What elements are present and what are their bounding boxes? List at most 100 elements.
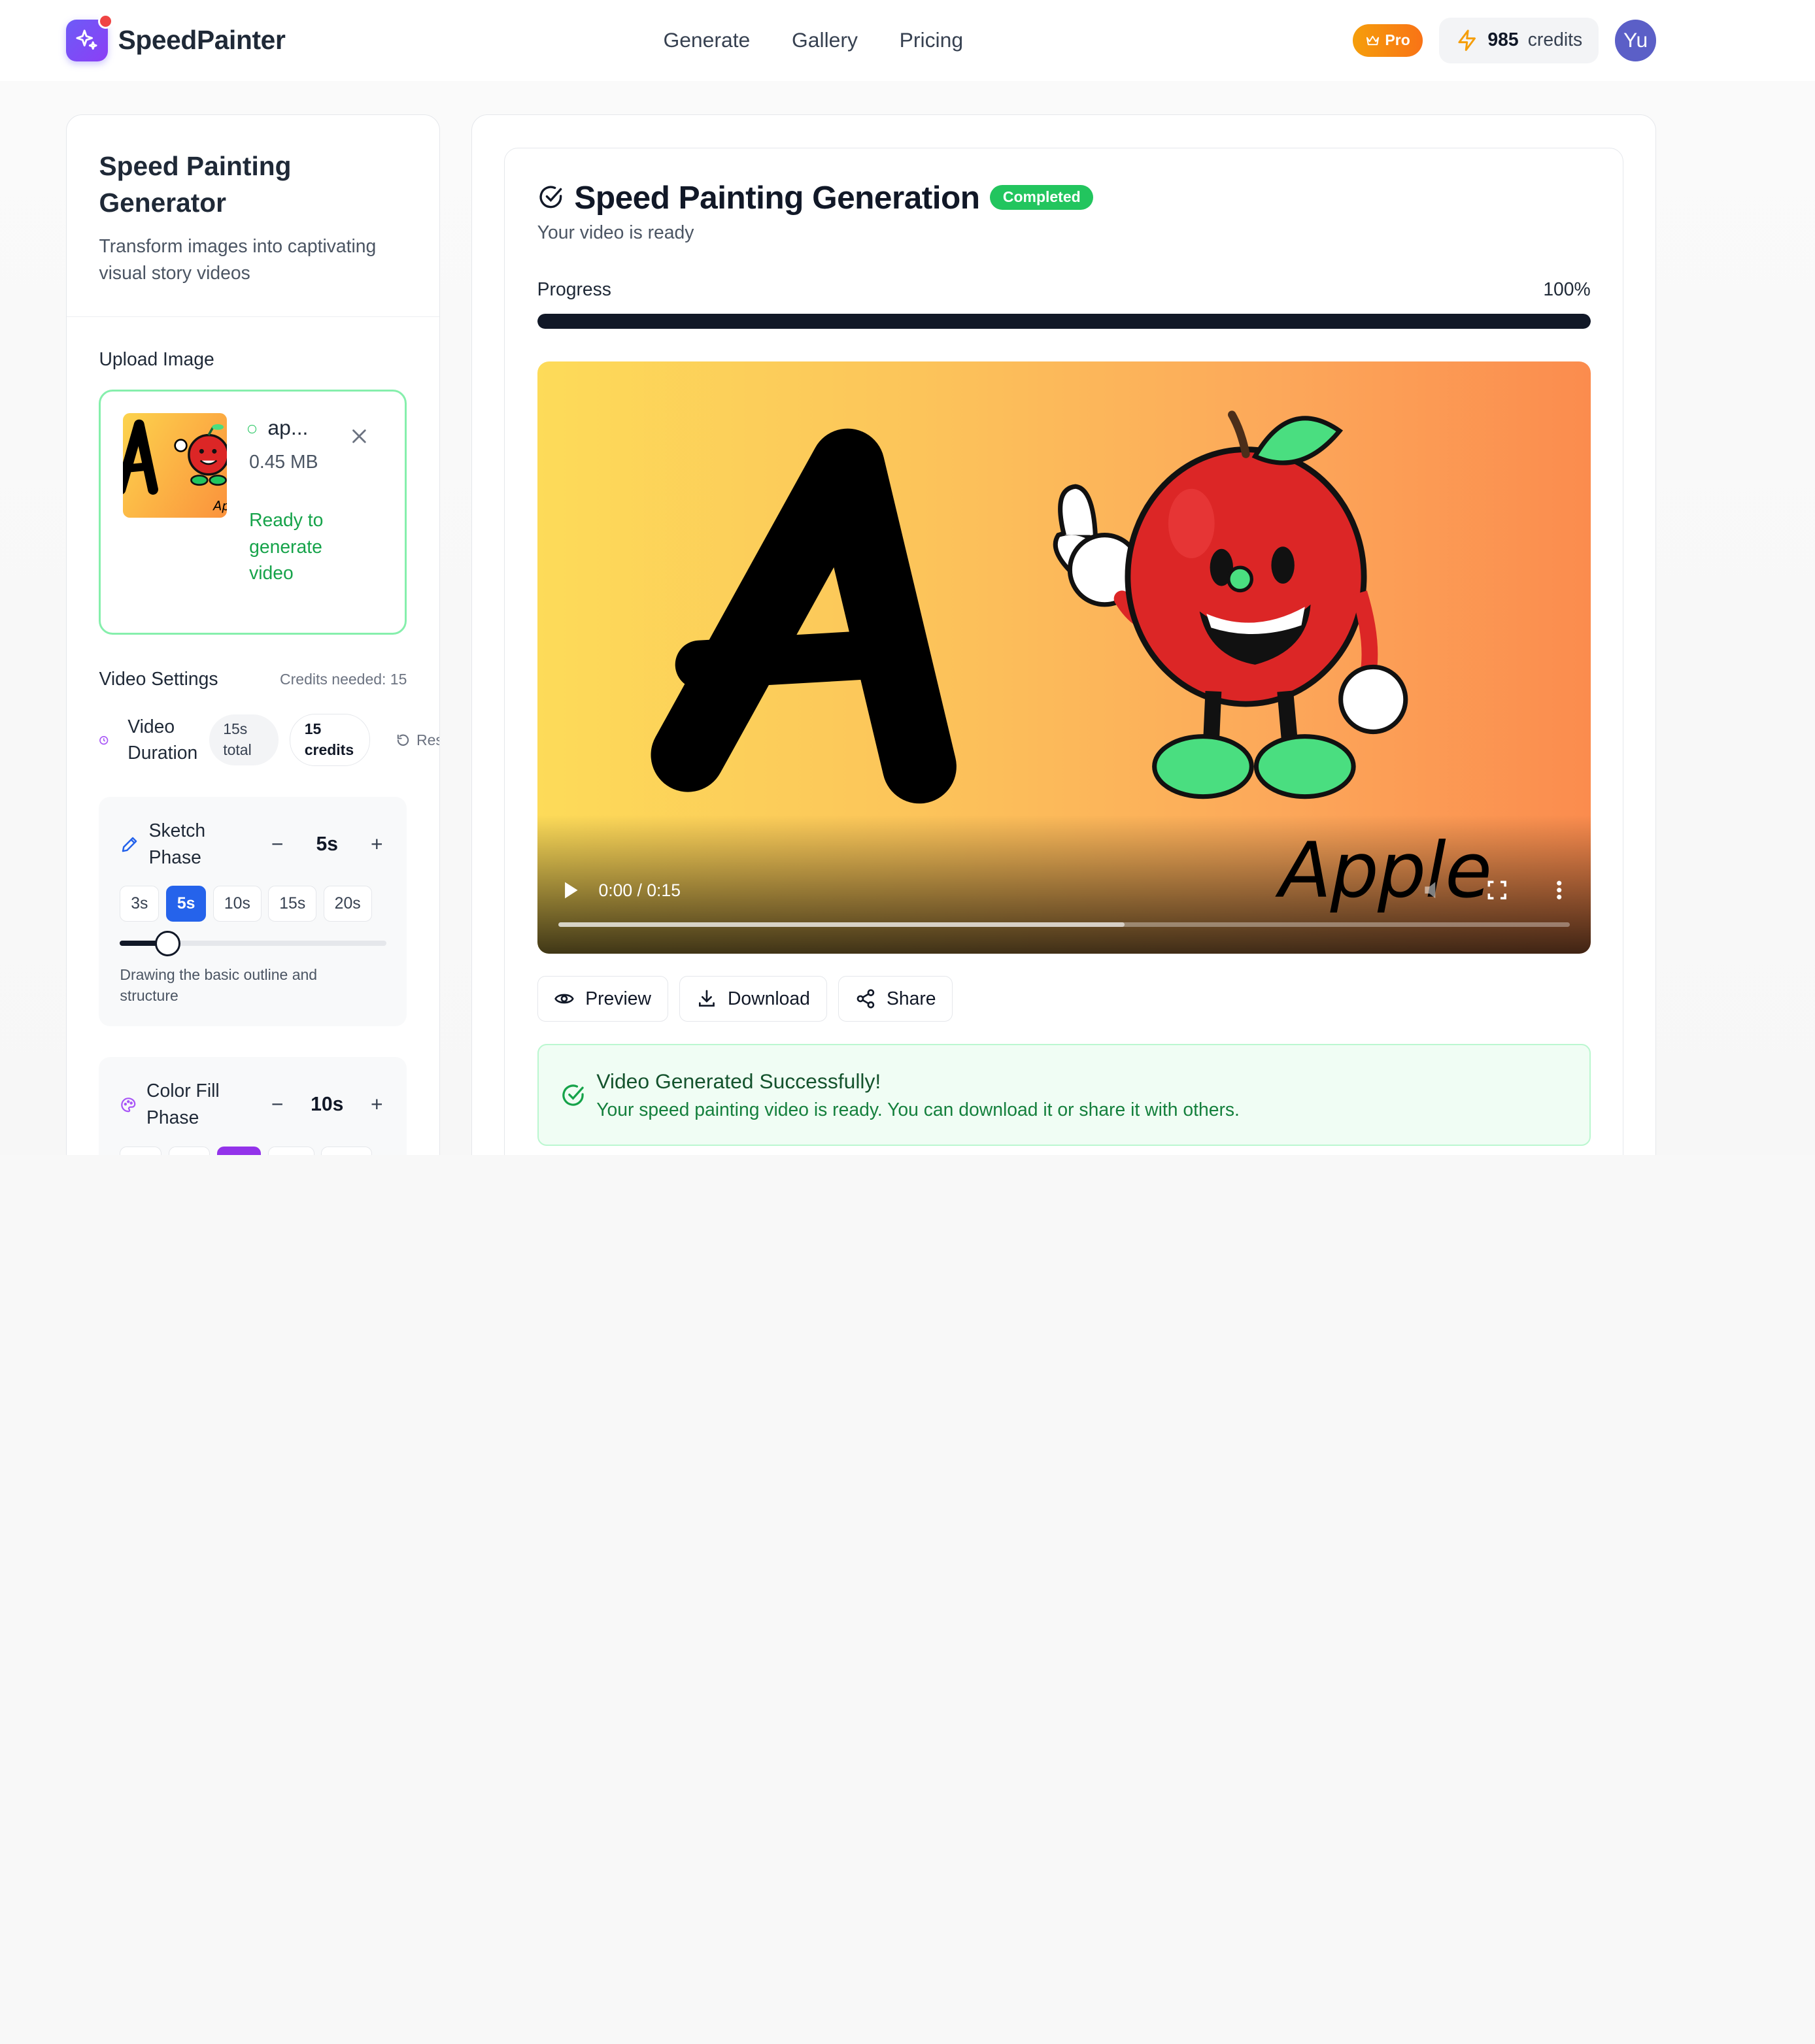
color-fill-decrement-button[interactable]: − [268, 1092, 286, 1116]
sketch-decrement-button[interactable]: − [268, 832, 286, 856]
play-icon[interactable] [560, 880, 581, 901]
color-preset-selected[interactable] [217, 1146, 262, 1155]
generation-subtitle: Your video is ready [537, 222, 694, 244]
share-label: Share [886, 988, 936, 1009]
share-button[interactable]: Share [838, 975, 953, 1022]
seek-buffered [558, 922, 1125, 928]
file-status-dot [248, 425, 256, 433]
preset-20s[interactable]: 20s [323, 886, 372, 922]
video-time: 0:00 / 0:15 [598, 880, 681, 901]
progress-value: 100% [1543, 278, 1591, 300]
progress-fill [537, 313, 1591, 329]
generator-settings-panel: Speed Painting Generator Transform image… [65, 114, 440, 1155]
nav-gallery[interactable]: Gallery [792, 28, 858, 52]
crown-icon [1366, 36, 1380, 46]
main-nav: Generate Gallery Pricing [663, 0, 963, 81]
reset-icon [397, 734, 409, 746]
credits-needed: Credits needed: 15 [280, 670, 407, 688]
sketch-phase-description: Drawing the basic outline and structure [120, 965, 318, 1004]
color-preset[interactable] [321, 1146, 373, 1155]
preset-10s[interactable]: 10s [212, 886, 262, 922]
generator-title: Speed Painting Generator [99, 150, 292, 218]
preset-3s[interactable]: 3s [120, 886, 160, 922]
preset-5s[interactable]: 5s [165, 886, 207, 922]
color-fill-presets [120, 1146, 373, 1155]
success-message: Your speed painting video is ready. You … [596, 1099, 1240, 1121]
more-icon[interactable] [1548, 879, 1570, 901]
svg-text:Ap: Ap [212, 499, 227, 514]
color-preset[interactable] [168, 1146, 211, 1155]
color-fill-duration-value: 10s [311, 1093, 344, 1115]
sketch-duration-value: 5s [316, 833, 338, 855]
sketch-phase-name: Sketch Phase [148, 820, 206, 868]
credits-count: 985 [1487, 29, 1519, 51]
color-fill-phase-card: Color Fill Phase − 10s + [99, 1057, 407, 1155]
download-icon [699, 990, 715, 1007]
color-preset[interactable] [120, 1146, 162, 1155]
slider-thumb[interactable] [155, 931, 181, 957]
clock-icon [99, 735, 109, 745]
check-circle-icon [562, 1084, 584, 1106]
success-title: Video Generated Successfully! [596, 1069, 881, 1094]
video-duration-row: Video Duration 15s total 15 credits Rese [99, 714, 439, 767]
success-alert: Video Generated Successfully! Your speed… [537, 1044, 1591, 1146]
account-area: Pro 985 credits Yu [1352, 17, 1657, 64]
eye-icon [554, 994, 575, 1004]
color-fill-increment-button[interactable]: + [367, 1092, 386, 1116]
sketch-phase-header: Sketch Phase − 5s + [120, 818, 386, 871]
video-settings-label: Video Settings [99, 668, 218, 690]
download-button[interactable]: Download [679, 975, 827, 1022]
preview-label: Preview [585, 988, 651, 1009]
sketch-duration-stepper: − 5s + [268, 832, 386, 856]
video-duration-label: Video Duration [127, 716, 198, 764]
color-preset[interactable] [267, 1146, 314, 1155]
action-buttons: Preview Download Share [537, 975, 953, 1022]
reset-label: Rese [416, 731, 439, 748]
video-caption: Apple [1279, 826, 1492, 916]
nav-generate[interactable]: Generate [663, 28, 750, 52]
upload-label: Upload Image [99, 348, 214, 370]
pro-badge[interactable]: Pro [1352, 24, 1423, 57]
share-icon [857, 989, 875, 1009]
progress-bar [537, 313, 1591, 329]
reset-button[interactable]: Rese [396, 731, 439, 749]
preview-button[interactable]: Preview [537, 975, 668, 1022]
page: SpeedPainter Generate Gallery Pricing Pr… [0, 0, 1815, 1155]
sketch-presets: 3s 5s 10s 15s 20s [120, 886, 372, 922]
download-label: Download [727, 988, 810, 1009]
file-thumbnail: Ap [123, 413, 228, 518]
color-fill-phase-header: Color Fill Phase − 10s + [120, 1078, 386, 1131]
avatar[interactable]: Yu [1614, 20, 1657, 61]
color-fill-phase-name: Color Fill Phase [146, 1081, 220, 1128]
generation-title: Speed Painting Generation [574, 178, 980, 216]
sketch-increment-button[interactable]: + [367, 832, 386, 856]
sketch-phase-card: Sketch Phase − 5s + 3s 5s 10s 15s 20s Dr… [99, 797, 407, 1026]
fullscreen-icon[interactable] [1485, 879, 1508, 901]
generator-header: Speed Painting Generator Transform image… [66, 115, 439, 318]
file-name: ap... [267, 416, 309, 440]
mute-icon[interactable] [1421, 879, 1444, 901]
progress-header: Progress 100% [537, 279, 1591, 301]
lightning-icon [1458, 29, 1476, 52]
logo[interactable]: SpeedPainter [65, 14, 286, 61]
preset-15s[interactable]: 15s [268, 886, 317, 922]
credits-display[interactable]: 985 credits [1439, 17, 1599, 64]
palette-icon [121, 1097, 136, 1112]
result-panel: Speed Painting Generation Completed Your… [471, 114, 1657, 1155]
uploaded-file-card[interactable]: Ap ap... 0.45 MB Ready to generate video [99, 389, 407, 635]
credits-cost-chip: 15 credits [290, 714, 371, 767]
nav-pricing[interactable]: Pricing [900, 28, 963, 52]
generator-subtitle: Transform images into captivating visual… [99, 235, 377, 284]
video-seek-bar[interactable] [558, 922, 1570, 928]
file-status: Ready to generate video [249, 509, 324, 584]
progress-label: Progress [537, 278, 611, 300]
close-icon[interactable] [348, 426, 369, 447]
status-badge: Completed [990, 185, 1094, 210]
check-circle-icon [539, 186, 562, 209]
notification-dot [98, 14, 114, 29]
pencil-icon [122, 837, 137, 852]
sparkles-icon [65, 14, 114, 61]
video-player[interactable]: Apple 0:00 / 0:15 [537, 361, 1591, 954]
sketch-duration-slider[interactable] [120, 931, 386, 957]
file-size: 0.45 MB [249, 452, 318, 473]
